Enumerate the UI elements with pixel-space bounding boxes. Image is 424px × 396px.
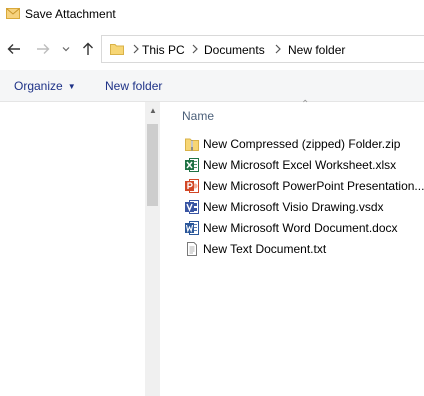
address-bar[interactable]: This PC Documents New folder <box>101 35 424 63</box>
breadcrumb-documents[interactable]: Documents <box>204 43 265 57</box>
file-row[interactable]: New Microsoft Visio Drawing.vsdx <box>182 197 424 217</box>
command-bar: Organize ▼ New folder <box>0 70 424 102</box>
file-name: New Microsoft Visio Drawing.vsdx <box>203 200 384 214</box>
window-title: Save Attachment <box>25 7 116 21</box>
column-header-name[interactable]: Name <box>182 109 214 123</box>
folder-icon <box>110 44 124 55</box>
file-name: New Microsoft Word Document.docx <box>203 221 398 235</box>
new-folder-button[interactable]: New folder <box>105 79 162 93</box>
file-name: New Compressed (zipped) Folder.zip <box>203 137 401 151</box>
file-name: New Microsoft PowerPoint Presentation... <box>203 179 424 193</box>
chevron-right-icon <box>133 44 139 54</box>
scroll-up-arrow-icon[interactable]: ▲ <box>149 106 157 115</box>
up-button[interactable] <box>79 40 97 58</box>
navigation-pane-scrollbar[interactable]: ▲ <box>145 102 160 396</box>
forward-button[interactable] <box>34 40 52 58</box>
title-bar: Save Attachment <box>0 0 424 28</box>
chevron-right-icon <box>275 44 281 54</box>
chevron-right-icon <box>192 44 198 54</box>
organize-button[interactable]: Organize ▼ <box>14 79 76 93</box>
envelope-icon <box>6 8 20 19</box>
recent-locations-button[interactable] <box>59 40 73 58</box>
sort-ascending-icon: ⌃ <box>301 99 310 110</box>
excel-icon <box>185 158 199 172</box>
navigation-pane[interactable] <box>0 102 145 396</box>
file-row[interactable]: New Microsoft Word Document.docx <box>182 218 424 238</box>
arrow-left-icon <box>7 44 20 54</box>
file-name: New Text Document.txt <box>203 242 327 256</box>
file-list: ⌃ Name New Compressed (zipped) Folder.zi… <box>160 99 424 396</box>
save-attachment-dialog: Save Attachment This PC Documents New fo… <box>0 0 424 396</box>
zip-folder-icon <box>185 138 199 151</box>
file-row[interactable]: New Microsoft PowerPoint Presentation... <box>182 176 424 196</box>
arrow-right-icon <box>37 44 50 54</box>
word-icon <box>185 221 199 235</box>
organize-label: Organize <box>14 79 63 93</box>
breadcrumb-this-pc[interactable]: This PC <box>142 43 185 57</box>
breadcrumb-new-folder[interactable]: New folder <box>288 43 345 57</box>
navigation-bar: This PC Documents New folder <box>0 34 424 64</box>
file-row[interactable]: New Compressed (zipped) Folder.zip <box>182 134 424 154</box>
back-button[interactable] <box>5 40 23 58</box>
caret-down-icon: ▼ <box>67 82 76 91</box>
scrollbar-thumb[interactable] <box>147 124 158 206</box>
file-row[interactable]: New Text Document.txt <box>182 239 424 259</box>
visio-icon <box>185 200 199 214</box>
file-row[interactable]: New Microsoft Excel Worksheet.xlsx <box>182 155 424 175</box>
text-file-icon <box>187 242 197 256</box>
chevron-down-icon <box>62 47 70 52</box>
arrow-up-icon <box>83 42 93 55</box>
file-name: New Microsoft Excel Worksheet.xlsx <box>203 158 397 172</box>
powerpoint-icon <box>185 179 199 193</box>
